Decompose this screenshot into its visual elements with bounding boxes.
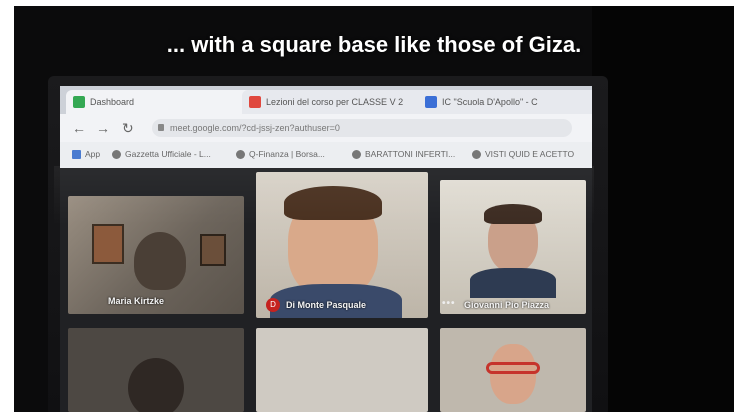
classroom-icon <box>249 96 261 108</box>
forward-icon[interactable]: → <box>96 119 110 137</box>
bookmark-label: Q-Finanza | Borsa... <box>249 149 325 159</box>
bookmark-barattoni[interactable]: BARATTONI INFERTI... <box>352 149 455 159</box>
glasses-frame <box>486 362 540 374</box>
dark-side-panel <box>592 6 734 412</box>
participant-tile[interactable] <box>440 328 586 412</box>
bookmarks-bar: App Gazzetta Ufficiale - L... Q-Finanza … <box>60 142 592 168</box>
screen-glare <box>54 166 594 226</box>
url-text: meet.google.com/?cd-jssj-zen?authuser=0 <box>170 123 340 133</box>
bookmark-label: VISTI QUID E ACETTO <box>485 149 575 159</box>
bookmark-label: Gazzetta Ufficiale - L... <box>125 149 211 159</box>
bookmark-visti[interactable]: VISTI QUID E ACETTO <box>472 149 574 159</box>
video-caption: ... with a square base like those of Giz… <box>166 32 582 57</box>
tab-label: Lezioni del corso per CLASSE V 2 <box>266 97 404 107</box>
participant-name: Maria Kirtzke <box>108 296 165 306</box>
bookmark-icon <box>472 150 481 159</box>
meet-icon <box>73 96 85 108</box>
bookmark-label: BARATTONI INFERTI... <box>365 149 456 159</box>
bookmark-label: App <box>85 149 101 159</box>
address-bar-row: ← → ↻ meet.google.com/?cd-jssj-zen?authu… <box>60 114 592 142</box>
bookmark-icon <box>352 150 361 159</box>
school-icon <box>425 96 437 108</box>
person-image <box>128 358 184 412</box>
participant-name: Di Monte Pasquale <box>286 300 367 310</box>
browser-tab-bar: Dashboard × Lezioni del corso per CLASSE… <box>60 86 592 114</box>
participant-tile[interactable] <box>256 328 428 412</box>
participant-name: Giovanni Pio Piazza <box>464 300 550 310</box>
person-image <box>134 232 186 290</box>
person-face <box>490 344 536 404</box>
tab-lezioni[interactable]: Lezioni del corso per CLASSE V 2 × <box>242 90 436 114</box>
url-input[interactable]: meet.google.com/?cd-jssj-zen?authuser=0 <box>152 119 572 137</box>
bookmark-app[interactable]: App <box>72 149 100 159</box>
bookmark-gazzetta[interactable]: Gazzetta Ufficiale - L... <box>112 149 211 159</box>
laptop-screen: Dashboard × Lezioni del corso per CLASSE… <box>60 86 592 412</box>
lock-icon <box>158 124 164 131</box>
more-options-icon[interactable]: ••• <box>442 298 456 309</box>
qfinanza-icon <box>236 150 245 159</box>
back-icon[interactable]: ← <box>72 119 86 137</box>
reload-icon[interactable]: ↻ <box>122 119 134 137</box>
person-shirt <box>470 268 556 298</box>
tab-label: Dashboard <box>90 97 135 107</box>
wall-picture <box>200 234 226 266</box>
tab-school[interactable]: IC "Scuola D'Apollo" - C <box>418 90 592 114</box>
wall-picture <box>92 224 124 264</box>
video-frame: Dashboard × Lezioni del corso per CLASSE… <box>14 6 734 412</box>
participant-tile[interactable] <box>68 328 244 412</box>
tab-dashboard[interactable]: Dashboard × <box>66 90 260 114</box>
apps-icon <box>72 150 81 159</box>
tab-label: IC "Scuola D'Apollo" - C <box>442 97 538 107</box>
gazzetta-icon <box>112 150 121 159</box>
bookmark-qfinanza[interactable]: Q-Finanza | Borsa... <box>236 149 325 159</box>
participant-avatar-badge: D <box>266 298 280 312</box>
